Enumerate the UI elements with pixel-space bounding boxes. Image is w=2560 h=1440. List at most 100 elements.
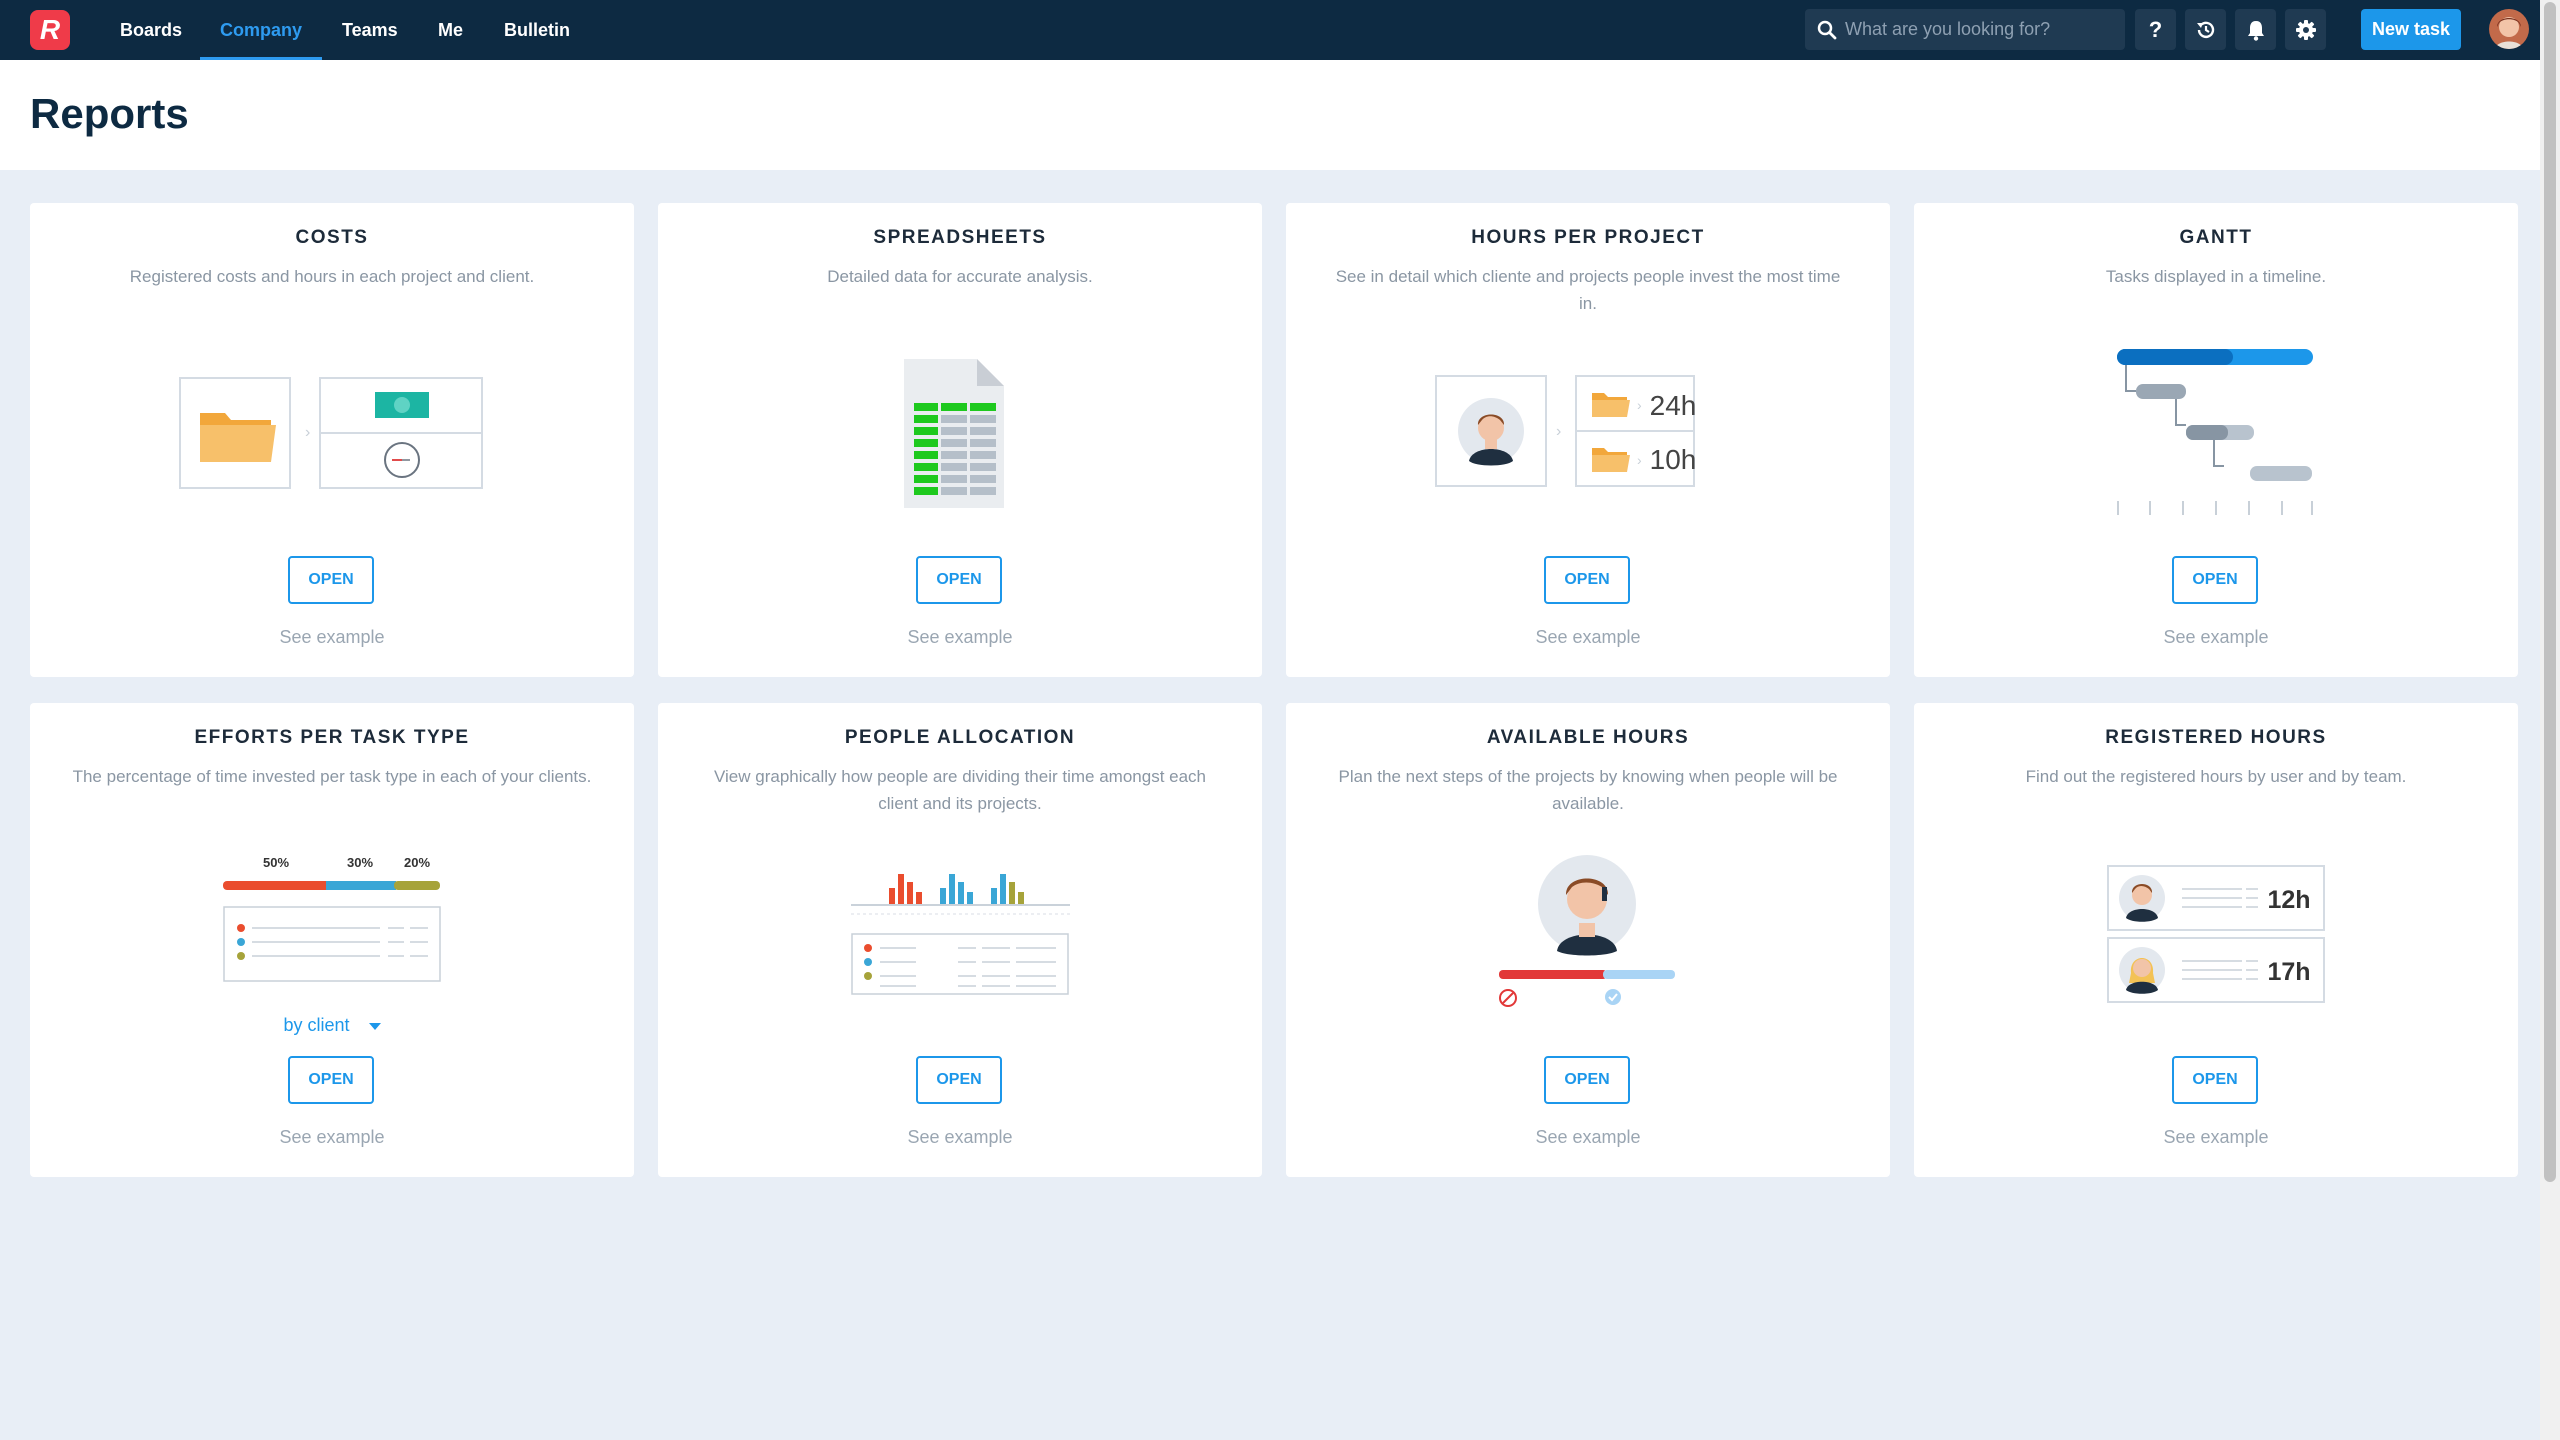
open-button[interactable]: OPEN <box>916 1056 1002 1104</box>
report-card-spreadsheets: SPREADSHEETS Detailed data for accurate … <box>658 203 1262 677</box>
see-example-link[interactable]: See example <box>30 627 634 648</box>
allocation-bar <box>949 874 955 904</box>
search-input[interactable] <box>1845 9 2115 50</box>
top-navigation-bar: R Boards Company Teams Me Bulletin ? <box>0 0 2540 60</box>
hours-value-2: 10h <box>1650 444 1697 475</box>
settings-button[interactable] <box>2285 9 2326 50</box>
spreadsheet-cell <box>941 403 967 411</box>
spreadsheet-cell <box>941 439 967 447</box>
scrollbar-thumb[interactable] <box>2544 2 2556 1182</box>
see-example-link[interactable]: See example <box>30 1127 634 1148</box>
svg-text:›: › <box>1637 452 1642 468</box>
spreadsheet-cell <box>941 463 967 471</box>
registered-hours-value-2: 17h <box>2267 958 2310 986</box>
spreadsheet-cell <box>914 427 938 435</box>
see-example-link[interactable]: See example <box>658 627 1262 648</box>
history-button[interactable] <box>2185 9 2226 50</box>
allocation-bar <box>889 888 895 904</box>
spreadsheet-cell <box>970 403 996 411</box>
spreadsheet-cell <box>914 439 938 447</box>
allocation-bar <box>907 882 913 904</box>
hours-value-1: 24h <box>1650 390 1697 421</box>
help-icon: ? <box>2148 16 2163 42</box>
spreadsheet-cell <box>970 427 996 435</box>
spreadsheet-cell <box>941 415 967 423</box>
report-card-efforts-per-task-type: EFFORTS PER TASK TYPE The percentage of … <box>30 703 634 1177</box>
allocation-bar <box>898 874 904 904</box>
open-button[interactable]: OPEN <box>288 556 374 604</box>
notifications-button[interactable] <box>2235 9 2276 50</box>
svg-text:›: › <box>1637 397 1642 413</box>
nav-item-me[interactable]: Me <box>418 0 483 60</box>
page-title: Reports <box>30 90 189 137</box>
open-button[interactable]: OPEN <box>1544 556 1630 604</box>
spreadsheet-cell <box>914 403 938 411</box>
group-by-dropdown[interactable]: by client <box>30 1015 634 1036</box>
nav-item-teams[interactable]: Teams <box>322 0 418 60</box>
nav-item-bulletin[interactable]: Bulletin <box>484 0 590 60</box>
nav-item-boards[interactable]: Boards <box>100 0 202 60</box>
registered-hours-illustration: 12h 17h <box>2107 865 2325 1003</box>
spreadsheet-cell <box>914 415 938 423</box>
open-button[interactable]: OPEN <box>2172 1056 2258 1104</box>
app-logo[interactable]: R <box>30 10 70 50</box>
spreadsheet-cell <box>914 487 938 495</box>
help-button[interactable]: ? <box>2135 9 2176 50</box>
spreadsheet-cell <box>941 475 967 483</box>
svg-text:›: › <box>305 424 310 441</box>
page-header: Reports <box>0 60 2540 170</box>
nav-item-company[interactable]: Company <box>200 0 323 60</box>
nav-item-label: Company <box>220 20 303 40</box>
available-hours-illustration <box>1499 855 1675 1007</box>
open-button[interactable]: OPEN <box>2172 556 2258 604</box>
allocation-bar <box>940 888 946 904</box>
percent-label-3: 20% <box>404 855 430 870</box>
gantt-illustration <box>2117 349 2313 515</box>
see-example-link[interactable]: See example <box>1286 627 1890 648</box>
user-avatar[interactable] <box>2489 9 2529 49</box>
see-example-link[interactable]: See example <box>1914 1127 2518 1148</box>
spreadsheet-cell <box>941 487 967 495</box>
see-example-link[interactable]: See example <box>658 1127 1262 1148</box>
search-icon <box>1817 20 1837 40</box>
search-box[interactable] <box>1805 9 2125 50</box>
people-allocation-illustration <box>851 874 1070 995</box>
page-scrollbar[interactable] <box>2540 0 2560 1440</box>
report-card-costs: COSTS Registered costs and hours in each… <box>30 203 634 677</box>
spreadsheet-cell <box>970 451 996 459</box>
spreadsheet-cell <box>914 451 938 459</box>
spreadsheet-cell <box>914 475 938 483</box>
allocation-bar <box>1018 892 1024 904</box>
spreadsheet-cell <box>914 463 938 471</box>
spreadsheet-cell <box>970 475 996 483</box>
new-task-button[interactable]: New task <box>2361 9 2461 50</box>
open-button[interactable]: OPEN <box>916 556 1002 604</box>
allocation-bar <box>1000 874 1006 904</box>
bell-icon <box>2247 20 2264 41</box>
report-card-hours-per-project: HOURS PER PROJECT See in detail which cl… <box>1286 203 1890 677</box>
history-icon <box>2196 21 2214 38</box>
hours-per-project-illustration: › › › 24h 10h <box>1435 375 1697 487</box>
avatar-image <box>2489 9 2529 49</box>
gear-icon <box>2295 19 2316 40</box>
costs-illustration: › <box>179 377 483 489</box>
allocation-bar <box>1009 882 1015 904</box>
spreadsheet-cell <box>970 415 996 423</box>
percent-label-2: 30% <box>347 855 373 870</box>
see-example-link[interactable]: See example <box>1286 1127 1890 1148</box>
spreadsheet-cell <box>970 487 996 495</box>
open-button[interactable]: OPEN <box>288 1056 374 1104</box>
spreadsheet-cell <box>941 427 967 435</box>
allocation-bar <box>958 882 964 904</box>
chevron-down-icon <box>368 1022 381 1030</box>
open-button[interactable]: OPEN <box>1544 1056 1630 1104</box>
see-example-link[interactable]: See example <box>1914 627 2518 648</box>
percent-label-1: 50% <box>263 855 289 870</box>
spreadsheet-cell <box>970 439 996 447</box>
allocation-bar <box>991 888 997 904</box>
report-card-available-hours: AVAILABLE HOURS Plan the next steps of t… <box>1286 703 1890 1177</box>
report-card-people-allocation: PEOPLE ALLOCATION View graphically how p… <box>658 703 1262 1177</box>
registered-hours-value-1: 12h <box>2267 886 2310 914</box>
dropdown-selected-value: by client <box>283 1015 350 1035</box>
svg-text:›: › <box>1556 423 1561 440</box>
